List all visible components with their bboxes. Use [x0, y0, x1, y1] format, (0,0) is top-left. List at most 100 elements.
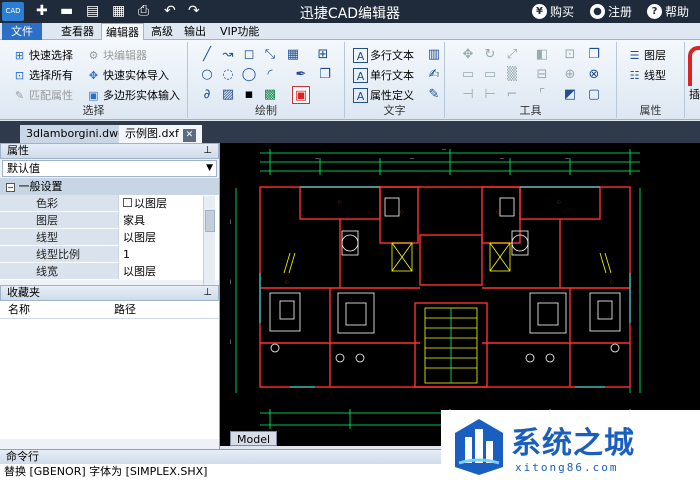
register-label: 注册 — [608, 5, 633, 19]
tab-doc-2[interactable]: 示例图.dxf ✕ — [119, 125, 202, 143]
stext-button[interactable]: A 单行文本 — [353, 66, 414, 84]
polygon-input-label: 多边形实体输入 — [103, 89, 180, 102]
tab-advanced[interactable]: 高级 — [147, 23, 177, 40]
prop-key: 线型比例 — [36, 248, 80, 261]
erase-icon[interactable]: ⊗ — [585, 66, 603, 84]
line-icon[interactable]: ╱ — [198, 46, 216, 64]
props-group-label: 属性 — [639, 104, 662, 117]
drawing-canvas[interactable]: — — — — — | | | ○ ○ ○ ○ ○ ○ — [220, 143, 700, 446]
trim-icon[interactable]: ▭ — [459, 66, 477, 84]
arc-icon[interactable]: ◜ — [261, 66, 279, 84]
join-icon[interactable]: ⊕ — [561, 66, 579, 84]
title-bar: CAD ✚ ▬ ▤ ▦ ⎙ ↶ ↷ 迅捷CAD编辑器 ¥ 购买 ● 注册 ? 帮… — [0, 0, 700, 23]
copy-tool-icon[interactable]: ❐ — [585, 46, 603, 64]
floor-plan-drawing: —— — — — ||| ○ ○○ ○ ○ ○ — [230, 147, 641, 429]
layer-label: 图层 — [644, 49, 666, 62]
stext-label: 单行文本 — [370, 69, 414, 82]
scrollbar-thumb[interactable] — [205, 210, 215, 232]
draw-group: ╱ ↝ ◻ ⤡ ▦ ⊞ ○ ◌ ◯ ◜ ✒ ❐ ∂ ▨ ▪ ▩ ▣ 绘制 — [188, 42, 345, 118]
favorites-title: 收藏夹 — [7, 286, 40, 299]
explode-icon[interactable]: ⊡ — [561, 46, 579, 64]
mirror-icon[interactable]: ◧ — [533, 46, 551, 64]
tab-viewer[interactable]: 查看器 — [57, 23, 98, 40]
close-tab-icon[interactable]: ✕ — [182, 129, 196, 142]
text-edit-icon[interactable]: ✍ — [425, 66, 443, 84]
linetype-button[interactable]: ☷ 线型 — [627, 66, 666, 84]
array-icon[interactable]: ▒ — [503, 66, 521, 84]
collapse-icon[interactable]: − — [6, 183, 15, 192]
model-tab[interactable]: Model — [230, 431, 278, 446]
col-name[interactable]: 名称 — [0, 301, 106, 318]
favorites-columns: 名称 路径 — [0, 301, 219, 319]
hatch-icon[interactable]: ▦ — [284, 46, 302, 64]
chevron-down-icon: ▼ — [206, 163, 213, 173]
select-all-button[interactable]: ⊡ 选择所有 — [12, 66, 73, 84]
polyline-icon[interactable]: ↝ — [219, 46, 237, 64]
watermark-url: xitong86.com — [515, 461, 619, 474]
prop-row-layer[interactable]: 图层 家具 — [0, 212, 219, 229]
rectangle-icon[interactable]: ◻ — [240, 46, 258, 64]
quick-select-icon: ⊞ — [14, 48, 25, 62]
offset-icon[interactable]: ⊟ — [533, 66, 551, 84]
scale-icon[interactable]: ⤢ — [503, 46, 521, 64]
properties-dropdown-value: 默认值 — [7, 162, 40, 175]
block-edit-button[interactable]: ⚙ 块编辑器 — [86, 46, 147, 64]
mtext-button[interactable]: A 多行文本 — [353, 46, 414, 64]
properties-header: 属性 ⊥ — [0, 143, 219, 159]
register-button[interactable]: ● 注册 — [590, 3, 632, 20]
properties-dropdown[interactable]: 默认值 ▼ — [2, 160, 217, 177]
quick-select-button[interactable]: ⊞ 快速选择 — [12, 46, 73, 64]
quick-import-button[interactable]: ✥ 快速实体导入 — [86, 66, 169, 84]
favorites-list[interactable] — [0, 319, 219, 439]
circle-2p-icon[interactable]: ◌ — [219, 66, 237, 84]
prop-value-text: 以图层 — [134, 197, 167, 210]
text-style-icon[interactable]: ▥ — [425, 46, 443, 64]
circle-icon[interactable]: ○ — [198, 66, 216, 84]
help-button[interactable]: ? 帮助 — [647, 3, 689, 20]
tab-output[interactable]: 输出 — [180, 23, 210, 40]
ellipse-icon[interactable]: ◯ — [240, 66, 258, 84]
mtext-label: 多行文本 — [370, 49, 414, 62]
svg-text:○: ○ — [400, 209, 404, 214]
category-row[interactable]: − 一般设置 — [0, 178, 219, 195]
tab-vip[interactable]: VIP功能 — [216, 23, 263, 40]
brush-icon: ✎ — [14, 88, 25, 102]
prop-row-linetype[interactable]: 线型 以图层 — [0, 229, 219, 246]
svg-text:—: — — [565, 156, 569, 161]
tools-group-label: 工具 — [519, 104, 542, 117]
insert-label[interactable]: 插 — [689, 86, 700, 102]
linetype-label: 线型 — [644, 69, 666, 82]
quick-import-label: 快速实体导入 — [103, 69, 169, 82]
tab-editor[interactable]: 编辑器 — [101, 23, 144, 40]
prop-row-color[interactable]: 色彩 以图层 — [0, 195, 219, 212]
extend-icon[interactable]: ▭ — [481, 66, 499, 84]
buy-button[interactable]: ¥ 购买 — [532, 3, 574, 20]
tab-doc-1[interactable]: 3dlamborgini.dwg — [20, 125, 132, 143]
prop-row-ltscale[interactable]: 线型比例 1 — [0, 246, 219, 263]
props-group: ☰ 图层 ☷ 线型 属性 — [617, 42, 685, 118]
dimension-icon[interactable]: ⤡ — [261, 46, 279, 64]
prop-row-lineweight[interactable]: 线宽 以图层 — [0, 263, 219, 280]
rotate-icon[interactable]: ↻ — [481, 46, 499, 64]
col-path[interactable]: 路径 — [106, 301, 136, 318]
move-icon[interactable]: ✥ — [459, 46, 477, 64]
select-group: ⊞ 快速选择 ⊡ 选择所有 ✎ 匹配属性 ⚙ 块编辑器 ✥ 快速实体导入 ▣ 多边形实体输入… — [0, 42, 188, 118]
pin-icon[interactable]: ⊥ — [203, 286, 212, 300]
ribbon: ⊞ 快速选择 ⊡ 选择所有 ✎ 匹配属性 ⚙ 块编辑器 ✥ 快速实体导入 ▣ 多边形实体输入… — [0, 40, 700, 120]
attdef-label: 属性定义 — [370, 89, 414, 102]
tab-file[interactable]: 文件 — [2, 23, 42, 40]
properties-scrollbar[interactable] — [203, 196, 215, 294]
pen-icon[interactable]: ✒ — [292, 66, 310, 84]
left-panel: 属性 ⊥ 默认值 ▼ − 一般设置 色彩 以图层 图层 家具 线型 以图层 线型比例 1 线… — [0, 143, 220, 449]
layer-button[interactable]: ☰ 图层 — [627, 46, 666, 64]
draw-group-label: 绘制 — [255, 104, 277, 117]
pin-icon[interactable]: ⊥ — [203, 144, 212, 158]
magnet-icon[interactable] — [688, 46, 700, 86]
text-group-label: 文字 — [383, 104, 406, 117]
block-insert-icon[interactable]: ⊞ — [314, 46, 332, 64]
block-edit-label: 块编辑器 — [103, 49, 147, 62]
watermark-title: 系统之城 — [511, 426, 635, 461]
tab-doc-2-label: 示例图.dxf — [125, 127, 179, 140]
mtext-icon: A — [353, 47, 368, 63]
copy-icon[interactable]: ❐ — [316, 66, 334, 84]
